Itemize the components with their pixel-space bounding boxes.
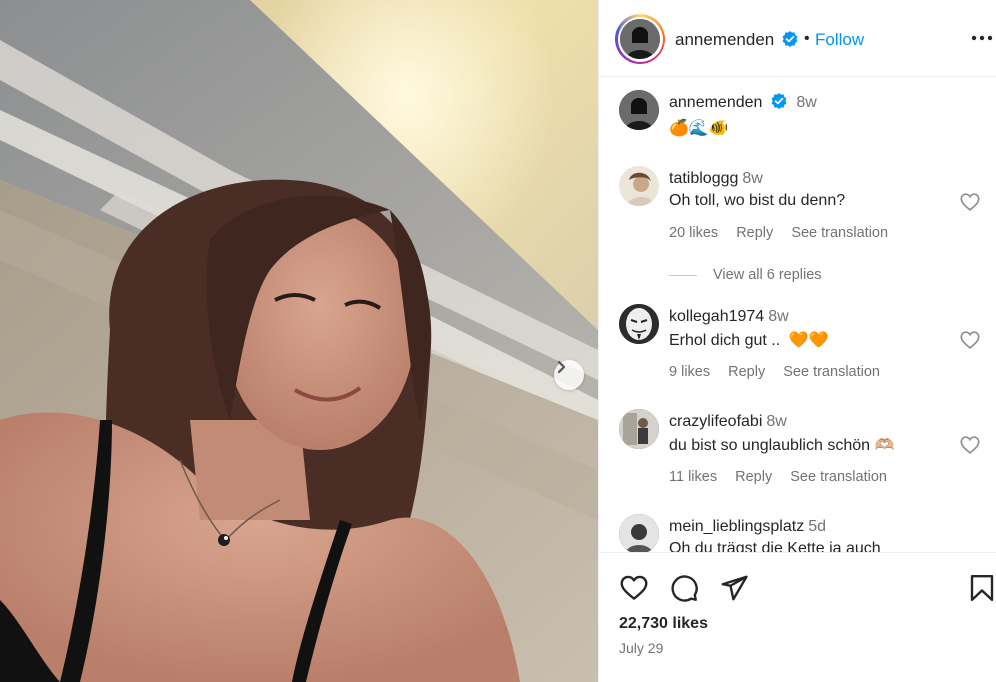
comments-list[interactable]: annemenden 8w 🍊🌊🐠 tatibloggg 8w Oh toll,…	[599, 78, 996, 552]
view-replies-button[interactable]: View all 6 replies	[669, 267, 822, 283]
heart-icon[interactable]	[959, 434, 981, 456]
reply-button[interactable]: Reply	[728, 364, 765, 380]
commenter-avatar[interactable]	[619, 166, 659, 206]
post-photo[interactable]	[0, 0, 598, 682]
next-photo-button[interactable]	[554, 360, 584, 390]
orange-heart-emoji: 🧡🧡	[788, 332, 829, 349]
author-username[interactable]: annemenden	[675, 30, 774, 50]
heart-icon[interactable]	[619, 573, 649, 603]
comment-likes[interactable]: 9 likes	[669, 364, 710, 380]
view-replies-label[interactable]: View all 6 replies	[713, 267, 822, 283]
heart-icon[interactable]	[959, 191, 981, 213]
post-side-panel: annemenden • Follow annemenden 8w 🍊🌊🐠 ta…	[598, 0, 996, 682]
likes-count[interactable]: 22,730 likes	[619, 615, 708, 633]
caption-time: 8w	[796, 94, 817, 111]
commenter-username[interactable]: kollegah1974 8w	[669, 308, 789, 326]
caption-username[interactable]: annemenden 8w	[669, 93, 817, 112]
follow-button[interactable]: Follow	[815, 30, 864, 50]
comment-text: Erhol dich gut .. 🧡🧡	[669, 332, 829, 349]
commenter-avatar[interactable]	[619, 409, 659, 449]
paper-plane-icon[interactable]	[719, 573, 749, 603]
separator-dot: •	[804, 30, 810, 47]
comment-text: du bist so unglaublich schön 🫶🏼	[669, 437, 895, 454]
verified-badge-icon	[781, 30, 799, 48]
see-translation-button[interactable]: See translation	[790, 469, 887, 485]
comment-text: Oh toll, wo bist du denn?	[669, 192, 846, 209]
see-translation-button[interactable]: See translation	[783, 364, 880, 380]
comment-meta: 20 likes Reply See translation	[669, 225, 902, 241]
commenter-username[interactable]: crazylifeofabi 8w	[669, 413, 787, 431]
see-translation-button[interactable]: See translation	[791, 225, 888, 241]
verified-badge-icon	[771, 93, 787, 110]
more-horizontal-icon[interactable]	[971, 28, 993, 48]
caption-avatar[interactable]	[619, 90, 659, 130]
comment-text: Oh du trägst die Kette ja auch	[669, 540, 881, 552]
beach-selfie-image	[0, 0, 598, 682]
caption-text: 🍊🌊🐠	[669, 120, 729, 137]
comment-meta: 9 likes Reply See translation	[669, 364, 894, 380]
comment-likes[interactable]: 20 likes	[669, 225, 718, 241]
author-avatar	[620, 19, 660, 59]
comment-meta: 11 likes Reply See translation	[669, 469, 901, 485]
story-ring[interactable]	[615, 14, 665, 64]
commenter-avatar[interactable]	[619, 514, 659, 552]
post-date[interactable]: July 29	[619, 640, 663, 656]
heart-icon[interactable]	[959, 329, 981, 351]
commenter-username[interactable]: tatibloggg 8w	[669, 170, 763, 188]
bookmark-icon[interactable]	[967, 573, 996, 603]
reply-button[interactable]: Reply	[735, 469, 772, 485]
post-header: annemenden • Follow	[599, 0, 996, 77]
comment-likes[interactable]: 11 likes	[669, 469, 717, 485]
comment-bubble-icon[interactable]	[669, 573, 699, 603]
reply-button[interactable]: Reply	[736, 225, 773, 241]
chevron-right-icon	[557, 360, 566, 374]
post-actions: 22,730 likes July 29	[599, 552, 996, 682]
commenter-avatar[interactable]	[619, 304, 659, 344]
commenter-username[interactable]: mein_lieblingsplatz 5d	[669, 518, 826, 536]
